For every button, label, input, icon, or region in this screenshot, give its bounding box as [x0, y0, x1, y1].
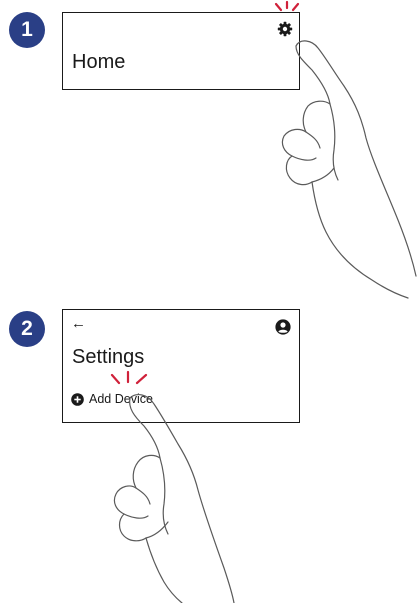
user-icon[interactable] — [275, 319, 291, 335]
tap-highlight-gear — [274, 0, 300, 12]
illustration-overlay — [110, 0, 417, 603]
back-button[interactable]: ← — [71, 316, 86, 331]
step-badge-1: 1 — [9, 12, 45, 48]
pointing-hand-2 — [113, 394, 235, 603]
gear-icon[interactable] — [277, 21, 293, 37]
add-device-label: Add Device — [89, 392, 153, 406]
home-screen: Home — [62, 12, 300, 90]
home-title: Home — [72, 51, 126, 73]
plus-circle-icon — [71, 392, 84, 406]
step-badge-2: 2 — [9, 311, 45, 347]
add-device-button[interactable]: Add Device — [71, 392, 153, 406]
settings-screen: ← Settings Add Device — [62, 309, 300, 423]
pointing-hand-1 — [281, 40, 417, 299]
settings-title: Settings — [72, 346, 145, 368]
